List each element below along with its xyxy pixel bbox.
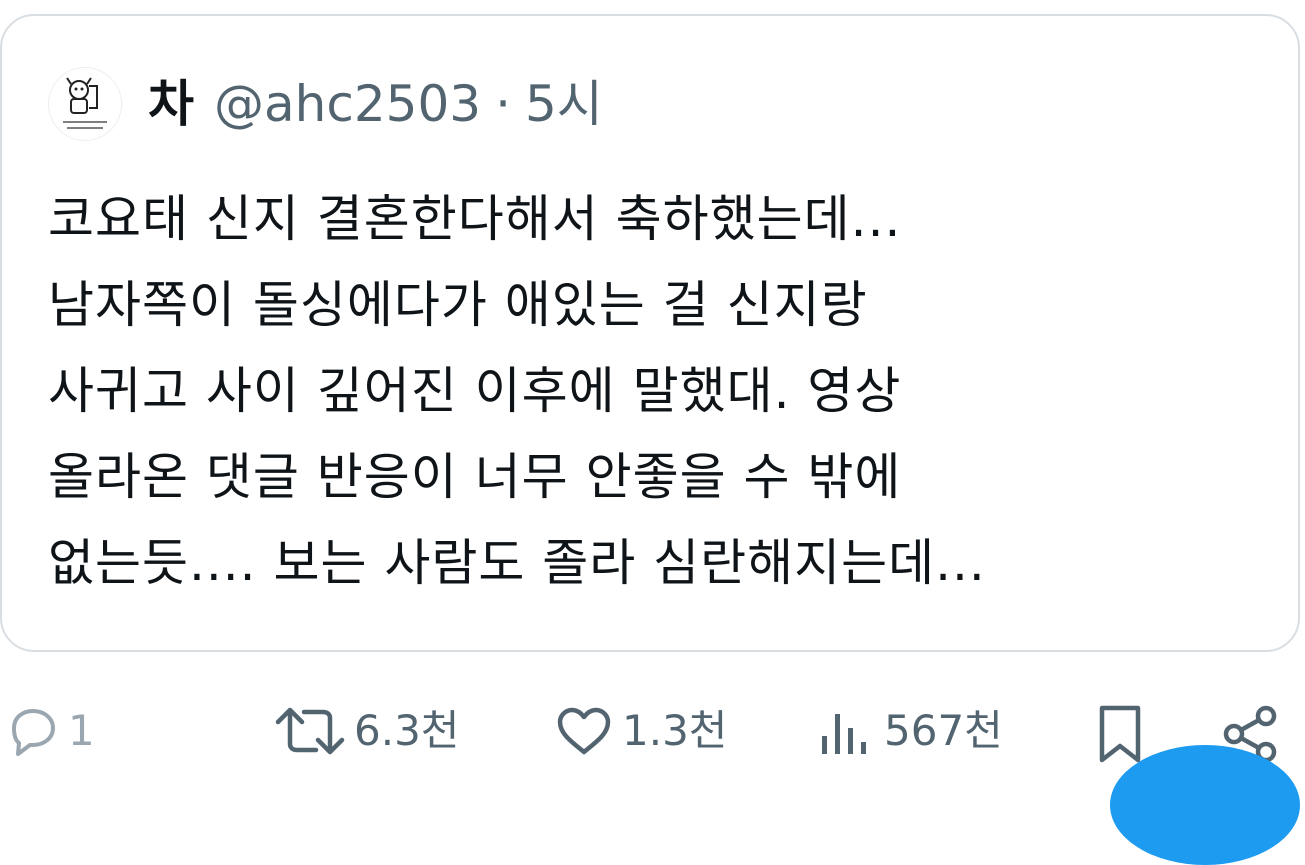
reply-button[interactable]: 1: [4, 704, 95, 758]
views-count: 567천: [884, 706, 1003, 755]
heart-icon: [557, 707, 611, 755]
tweet-text-line: 올라온 댓글 반응이 너무 안좋을 수 밖에: [48, 448, 902, 506]
compose-floating-button[interactable]: [1110, 745, 1300, 865]
reply-count: 1: [68, 706, 95, 755]
quoted-tweet-card[interactable]: 차 @ahc2503 · 5시 코요태 신지 결혼한다해서 축하했는데... 남…: [0, 14, 1300, 652]
tweet-header: 차 @ahc2503 · 5시: [48, 64, 603, 144]
like-button[interactable]: 1.3천: [552, 704, 727, 758]
user-handle[interactable]: @ahc2503: [214, 79, 481, 129]
retweet-count: 6.3천: [354, 706, 460, 755]
action-bar: 1 6.3천 1.3천 567천: [0, 690, 1305, 783]
like-count: 1.3천: [622, 706, 728, 755]
timestamp[interactable]: 5시: [525, 79, 603, 129]
retweet-button[interactable]: 6.3천: [272, 704, 459, 758]
display-name[interactable]: 차: [148, 79, 194, 129]
avatar-drawing-icon: [63, 77, 107, 129]
views-button[interactable]: 567천: [814, 704, 1003, 758]
bookmark-icon: [1099, 705, 1141, 763]
retweet-icon: [275, 707, 345, 755]
separator-dot: ·: [495, 75, 511, 133]
tweet-text-line: 코요태 신지 결혼한다해서 축하했는데...: [48, 190, 902, 248]
avatar[interactable]: [48, 67, 122, 141]
views-icon: [822, 714, 866, 754]
tweet-text-line: 남자쪽이 돌싱에다가 애있는 걸 신지랑: [48, 276, 868, 334]
tweet-body: 코요태 신지 결혼한다해서 축하했는데... 남자쪽이 돌싱에다가 애있는 걸 …: [48, 176, 1258, 606]
tweet-text-line: 사귀고 사이 깊어진 이후에 말했대. 영상: [48, 362, 902, 420]
bookmark-button[interactable]: [1092, 704, 1148, 764]
reply-icon: [12, 709, 55, 756]
tweet-text-line: 없는듯.... 보는 사람도 졸라 심란해지는데...: [48, 534, 986, 592]
